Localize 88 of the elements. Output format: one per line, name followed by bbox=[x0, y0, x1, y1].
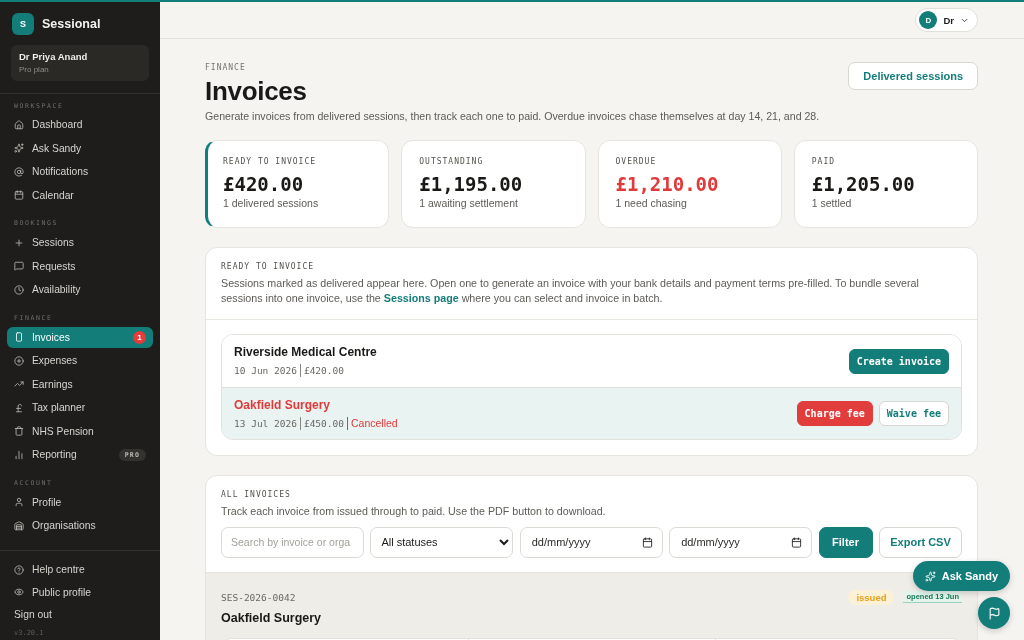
sidebar-item[interactable]: Invoices 1 bbox=[7, 326, 153, 348]
sidebar-item[interactable]: Calendar bbox=[0, 183, 160, 207]
page-description: Generate invoices from delivered sessions, then track each one to paid. Overdue invoices chase themselves at day 14, 21, and 28. bbox=[205, 109, 820, 123]
panel-label: READY TO INVOICE bbox=[221, 262, 316, 272]
plus-circle-icon bbox=[14, 355, 24, 366]
stat-label: OUTSTANDING bbox=[419, 157, 485, 167]
sparkle-icon bbox=[14, 143, 24, 154]
sidebar-item[interactable]: Ask Sandy bbox=[0, 136, 160, 160]
flag-icon bbox=[987, 606, 1001, 620]
sidebar-item[interactable]: Notifications bbox=[0, 160, 160, 184]
panel-label: ALL INVOICES bbox=[221, 490, 292, 500]
organisation-name: Riverside Medical Centre bbox=[234, 345, 377, 360]
sidebar-link[interactable]: Public profile bbox=[0, 581, 160, 604]
pound-icon bbox=[14, 402, 24, 413]
home-icon bbox=[14, 119, 24, 130]
stat-note: 1 settled bbox=[811, 197, 853, 210]
plan-label: Pro plan bbox=[19, 65, 50, 75]
message-icon bbox=[14, 261, 24, 272]
sidebar-item[interactable]: Earnings bbox=[0, 372, 160, 396]
sidebar-item[interactable]: Organisations bbox=[0, 514, 160, 538]
sidebar-item[interactable]: Requests bbox=[0, 254, 160, 278]
panel-description: Sessions marked as delivered appear here. Open one to generate an invoice with your bank details and payment terms pre-filled. To bundle several sessions into one invoice, use the Sessions page where you can select and invoice in batch. bbox=[221, 276, 920, 305]
status-select[interactable]: All statuses bbox=[370, 526, 514, 558]
invoice-number: SES-2026-0042 bbox=[221, 591, 296, 603]
account-menu[interactable]: D Dr bbox=[915, 8, 978, 32]
user-card[interactable]: Dr Priya Anand Pro plan bbox=[11, 45, 149, 81]
calendar-icon bbox=[791, 536, 802, 548]
session-amount: £420.00 bbox=[303, 365, 344, 376]
sidebar-item[interactable]: Expenses bbox=[0, 349, 160, 373]
page-eyebrow: FINANCE bbox=[205, 63, 247, 73]
count-badge: 1 bbox=[133, 330, 146, 344]
search-field[interactable]: Search by invoice or orga bbox=[221, 526, 364, 558]
delivered-sessions-button[interactable]: Delivered sessions bbox=[848, 62, 978, 90]
bin-icon bbox=[14, 426, 24, 437]
sidebar-item[interactable]: Sessions bbox=[0, 231, 160, 255]
sidebar-item[interactable]: Availability bbox=[0, 278, 160, 302]
bar-chart-icon bbox=[14, 449, 24, 460]
calendar-icon bbox=[14, 190, 24, 201]
row-action-button[interactable]: Create invoice bbox=[848, 348, 949, 374]
row-action-button[interactable]: Waive fee bbox=[878, 401, 949, 426]
trend-line-icon bbox=[14, 379, 24, 390]
stat-value: £1,210.00 bbox=[615, 172, 720, 196]
stat-value: £1,205.00 bbox=[811, 172, 916, 196]
brand-name: Sessional bbox=[42, 17, 101, 31]
stat-value: £420.00 bbox=[223, 172, 305, 196]
sidebar-item[interactable]: Profile bbox=[0, 490, 160, 514]
eye-icon bbox=[14, 587, 24, 598]
date-field[interactable]: dd/mm/yyyy bbox=[669, 526, 812, 558]
sparkle-icon bbox=[924, 570, 936, 582]
row-action-button[interactable]: Charge fee bbox=[796, 401, 873, 426]
sidebar-item[interactable]: Tax planner bbox=[0, 396, 160, 420]
user-icon bbox=[14, 497, 24, 508]
organisation-name: Oakfield Surgery bbox=[234, 397, 332, 413]
stat-value: £1,195.00 bbox=[419, 172, 524, 196]
session-status: Cancelled bbox=[350, 417, 398, 429]
date-field[interactable]: dd/mm/yyyy bbox=[519, 526, 663, 558]
avatar: D bbox=[919, 11, 938, 29]
filter-bar-button[interactable]: Export CSV bbox=[879, 526, 962, 558]
ready-row[interactable]: Oakfield Surgery 13 Jul 2026 £450.00 Cancelled Charge fee Waive fee bbox=[222, 387, 961, 439]
status-badge: issued bbox=[848, 589, 895, 605]
stat-note: 1 awaiting settlement bbox=[419, 197, 519, 210]
session-date: 13 Jul 2026 bbox=[234, 417, 297, 429]
organisation-name: Oakfield Surgery bbox=[221, 610, 323, 626]
user-name: Dr Priya Anand bbox=[19, 51, 89, 63]
page-title: Invoices bbox=[205, 76, 308, 106]
session-amount: £450.00 bbox=[303, 417, 344, 429]
brand-logo: S bbox=[12, 13, 34, 35]
plus-icon bbox=[14, 237, 24, 248]
stat-label: OVERDUE bbox=[615, 157, 658, 167]
clock-icon bbox=[14, 284, 24, 295]
stat-label: READY TO INVOICE bbox=[223, 157, 318, 167]
ask-assistant-button[interactable]: Ask Sandy bbox=[912, 561, 1010, 591]
stat-note: 1 need chasing bbox=[615, 197, 688, 210]
panel-description: Track each invoice from issued through to paid. Use the PDF button to download. bbox=[221, 504, 607, 519]
warehouse-icon bbox=[14, 520, 24, 531]
sessions-page-link[interactable]: Sessions page bbox=[383, 291, 459, 304]
filter-bar-button[interactable]: Filter bbox=[818, 526, 873, 558]
sidebar-item[interactable]: NHS Pension bbox=[0, 419, 160, 443]
help-icon bbox=[14, 564, 24, 575]
page-icon bbox=[14, 332, 24, 343]
sidebar-item[interactable]: Dashboard bbox=[0, 113, 160, 137]
stat-label: PAID bbox=[811, 157, 836, 167]
sidebar-link[interactable]: Sign out bbox=[0, 603, 160, 626]
at-sign-icon bbox=[14, 166, 24, 177]
stat-note: 1 delivered sessions bbox=[223, 197, 320, 210]
session-date: 10 Jun 2026 bbox=[234, 365, 297, 376]
calendar-icon bbox=[641, 536, 653, 548]
sidebar-link[interactable]: Help centre bbox=[0, 558, 160, 581]
